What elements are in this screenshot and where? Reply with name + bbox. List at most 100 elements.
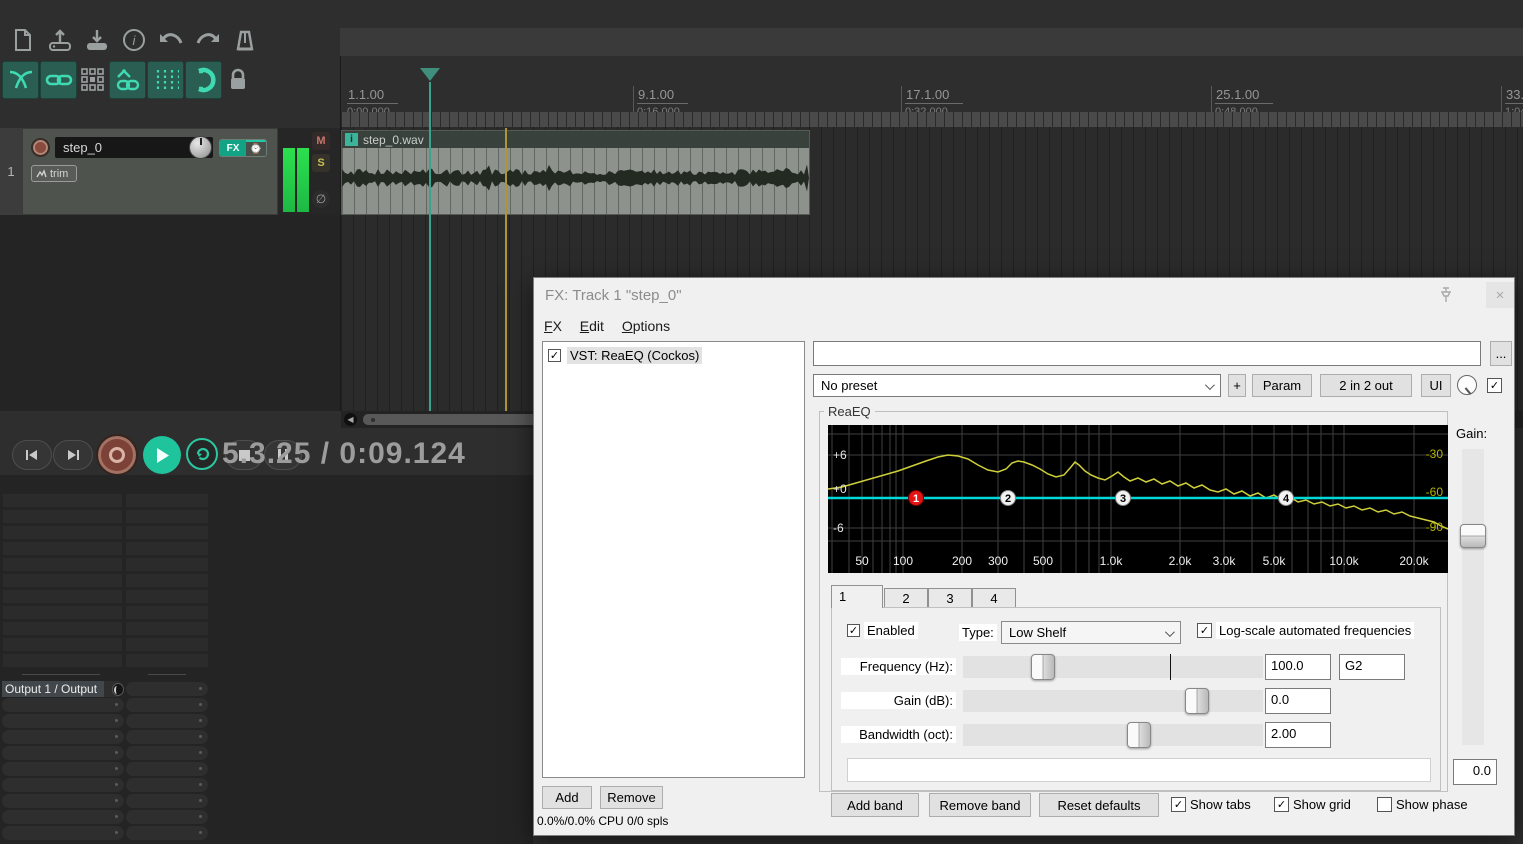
fx-param-slot[interactable] bbox=[126, 526, 208, 539]
routing-slot-pill[interactable] bbox=[126, 826, 208, 840]
add-fx-button[interactable]: Add bbox=[542, 786, 592, 809]
fx-param-slot[interactable] bbox=[3, 558, 122, 571]
gain-slider[interactable] bbox=[963, 690, 1263, 712]
routing-slot-pill[interactable] bbox=[126, 682, 208, 696]
fx-enabled-checkbox[interactable]: ✓ bbox=[548, 349, 561, 362]
fx-param-slot[interactable] bbox=[126, 622, 208, 635]
fx-param-slot[interactable] bbox=[126, 574, 208, 587]
fx-param-slot[interactable] bbox=[3, 510, 122, 523]
fx-param-slot[interactable] bbox=[126, 558, 208, 571]
scroll-left-icon[interactable]: ◀ bbox=[344, 413, 357, 426]
save-project-icon[interactable] bbox=[80, 26, 114, 54]
menu-edit[interactable]: Edit bbox=[580, 318, 604, 334]
routing-slot-pill[interactable] bbox=[126, 714, 208, 728]
frequency-slider[interactable] bbox=[963, 656, 1263, 678]
fx-param-slot[interactable] bbox=[3, 606, 122, 619]
snap-icon[interactable] bbox=[185, 61, 222, 99]
menu-options[interactable]: Options bbox=[622, 318, 670, 334]
play-button[interactable] bbox=[143, 436, 181, 474]
routing-slot-pill[interactable] bbox=[126, 794, 208, 808]
new-project-icon[interactable] bbox=[6, 26, 40, 54]
fx-plugin-name[interactable]: VST: ReaEQ (Cockos) bbox=[567, 347, 702, 364]
bandwidth-slider[interactable] bbox=[963, 724, 1263, 746]
output-gain-value[interactable]: 0.0 bbox=[1453, 759, 1497, 785]
band-type-dropdown[interactable]: Low Shelf bbox=[1001, 621, 1181, 644]
fx-param-slot[interactable] bbox=[126, 638, 208, 651]
show-grid-checkbox[interactable]: ✓ bbox=[1274, 797, 1289, 812]
grid-snap-relative-icon[interactable] bbox=[147, 61, 184, 99]
repeat-button[interactable] bbox=[186, 438, 218, 470]
undo-icon[interactable] bbox=[154, 26, 188, 54]
item-waveform[interactable] bbox=[342, 148, 809, 214]
go-to-end-button[interactable] bbox=[53, 440, 93, 470]
metronome-icon[interactable] bbox=[228, 26, 262, 54]
project-info-icon[interactable]: i bbox=[117, 26, 151, 54]
routing-slot-pill[interactable] bbox=[2, 810, 124, 824]
routing-slot-pill[interactable] bbox=[2, 746, 124, 760]
routing-slot-pill[interactable] bbox=[126, 730, 208, 744]
item-grouping-icon[interactable] bbox=[40, 61, 77, 99]
ui-toggle-button[interactable]: UI bbox=[1421, 374, 1451, 397]
browse-ellipsis-button[interactable]: ... bbox=[1490, 341, 1512, 366]
show-phase-checkbox[interactable] bbox=[1377, 797, 1392, 812]
routing-slot-pill[interactable] bbox=[2, 730, 124, 744]
output-routing-label[interactable]: Output 1 / Output 2 bbox=[2, 681, 104, 697]
fx-chain-window[interactable]: FX: Track 1 "step_0" × FX Edit Options ✓… bbox=[533, 277, 1515, 836]
pin-icon[interactable] bbox=[1437, 286, 1455, 304]
menu-fx[interactable]: FX bbox=[544, 318, 562, 334]
bandwidth-slider-thumb[interactable] bbox=[1127, 722, 1151, 748]
preset-dropdown[interactable]: No preset bbox=[813, 374, 1221, 397]
ripple-edit-icon[interactable] bbox=[78, 61, 108, 99]
ruler-tick-strip[interactable] bbox=[341, 112, 1523, 127]
param-button[interactable]: Param bbox=[1252, 374, 1312, 397]
band-tab-2[interactable]: 2 bbox=[884, 588, 928, 608]
fx-param-slot[interactable] bbox=[126, 590, 208, 603]
output-routing-pill[interactable]: Output 1 / Output 2 bbox=[2, 681, 124, 697]
tcp-empty-area[interactable] bbox=[0, 215, 340, 411]
media-item-step0[interactable]: i step_0.wav bbox=[341, 130, 810, 215]
track-number[interactable]: 1 bbox=[0, 128, 22, 215]
frequency-value[interactable]: 100.0 bbox=[1265, 654, 1331, 680]
add-band-button[interactable]: Add band bbox=[831, 793, 919, 817]
frequency-note-value[interactable]: G2 bbox=[1339, 654, 1405, 680]
open-project-icon[interactable] bbox=[43, 26, 77, 54]
fx-chain-item[interactable]: ✓ VST: ReaEQ (Cockos) bbox=[548, 347, 804, 364]
mute-button[interactable]: M bbox=[312, 132, 330, 150]
item-info-icon[interactable]: i bbox=[345, 133, 358, 146]
io-pin-button[interactable]: 2 in 2 out bbox=[1320, 374, 1412, 397]
fx-power-icon[interactable]: ⌚ bbox=[246, 140, 266, 156]
reset-defaults-button[interactable]: Reset defaults bbox=[1039, 793, 1159, 817]
pan-knob-icon[interactable] bbox=[112, 683, 124, 696]
routing-slot-pill[interactable] bbox=[126, 810, 208, 824]
track-control-panel[interactable]: step_0 FX ⌚ trim bbox=[22, 128, 278, 215]
media-item-header[interactable]: i step_0.wav bbox=[342, 131, 809, 148]
crossfade-icon[interactable] bbox=[2, 61, 39, 99]
fx-param-slot[interactable] bbox=[3, 494, 122, 507]
redo-icon[interactable] bbox=[191, 26, 225, 54]
gain-slider-thumb[interactable] bbox=[1460, 524, 1486, 548]
routing-slot-pill[interactable] bbox=[2, 762, 124, 776]
solo-button[interactable]: S bbox=[312, 154, 330, 172]
fx-param-slot[interactable] bbox=[3, 590, 122, 603]
gain-slider-thumb[interactable] bbox=[1185, 688, 1209, 714]
fx-param-slot[interactable] bbox=[126, 542, 208, 555]
fx-param-slot[interactable] bbox=[3, 542, 122, 555]
band-tab-4[interactable]: 4 bbox=[972, 588, 1016, 608]
lock-icon[interactable] bbox=[223, 66, 253, 94]
envelope-points-icon[interactable] bbox=[109, 61, 146, 99]
fx-param-slot[interactable] bbox=[3, 622, 122, 635]
frequency-slider-thumb[interactable] bbox=[1031, 654, 1055, 680]
eq-graph[interactable]: +6+0-6-30-60-90501002003005001.0k2.0k3.0… bbox=[828, 425, 1448, 573]
routing-slot-pill[interactable] bbox=[126, 746, 208, 760]
wet-dry-knob[interactable] bbox=[1457, 375, 1477, 395]
routing-slot-pill[interactable] bbox=[2, 794, 124, 808]
remove-band-button[interactable]: Remove band bbox=[929, 793, 1031, 817]
gain-value[interactable]: 0.0 bbox=[1265, 688, 1331, 714]
record-arm-button[interactable] bbox=[31, 138, 50, 157]
show-tabs-checkbox[interactable]: ✓ bbox=[1171, 797, 1186, 812]
fx-param-slot[interactable] bbox=[3, 654, 122, 667]
volume-knob[interactable] bbox=[189, 136, 212, 159]
track-fx-button[interactable]: FX ⌚ bbox=[219, 139, 267, 157]
playhead-marker[interactable] bbox=[420, 68, 440, 81]
routing-slot-pill[interactable] bbox=[126, 762, 208, 776]
